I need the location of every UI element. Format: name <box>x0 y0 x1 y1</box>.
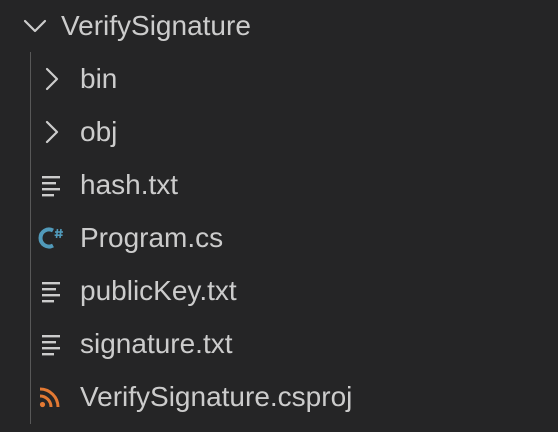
file-label: hash.txt <box>80 168 179 200</box>
file-row-hash-txt[interactable]: hash.txt <box>0 158 558 211</box>
file-label: Program.cs <box>80 221 224 253</box>
file-explorer: VerifySignature bin obj hash.txt Program… <box>0 0 558 432</box>
chevron-down-icon[interactable] <box>21 12 49 40</box>
chevron-right-icon[interactable] <box>38 119 64 145</box>
folder-label: VerifySignature <box>61 10 251 41</box>
csharp-icon <box>36 225 66 251</box>
file-label: signature.txt <box>80 327 233 359</box>
file-label: publicKey.txt <box>80 274 237 306</box>
folder-row-verifysignature[interactable]: VerifySignature <box>0 0 558 52</box>
file-label: VerifySignature.csproj <box>80 380 353 412</box>
folder-row-bin[interactable]: bin <box>0 52 558 105</box>
text-file-icon <box>38 278 64 304</box>
file-row-publickey-txt[interactable]: publicKey.txt <box>0 264 558 317</box>
file-row-signature-txt[interactable]: signature.txt <box>0 317 558 370</box>
rss-icon <box>38 384 62 410</box>
text-file-icon <box>38 172 64 198</box>
folder-label: bin <box>80 62 118 94</box>
chevron-right-icon[interactable] <box>38 66 64 92</box>
folder-row-obj[interactable]: obj <box>0 105 558 158</box>
file-row-verifysignature-csproj[interactable]: VerifySignature.csproj <box>0 370 558 423</box>
folder-label: obj <box>80 115 118 147</box>
file-row-program-cs[interactable]: Program.cs <box>0 211 558 264</box>
text-file-icon <box>38 331 64 357</box>
